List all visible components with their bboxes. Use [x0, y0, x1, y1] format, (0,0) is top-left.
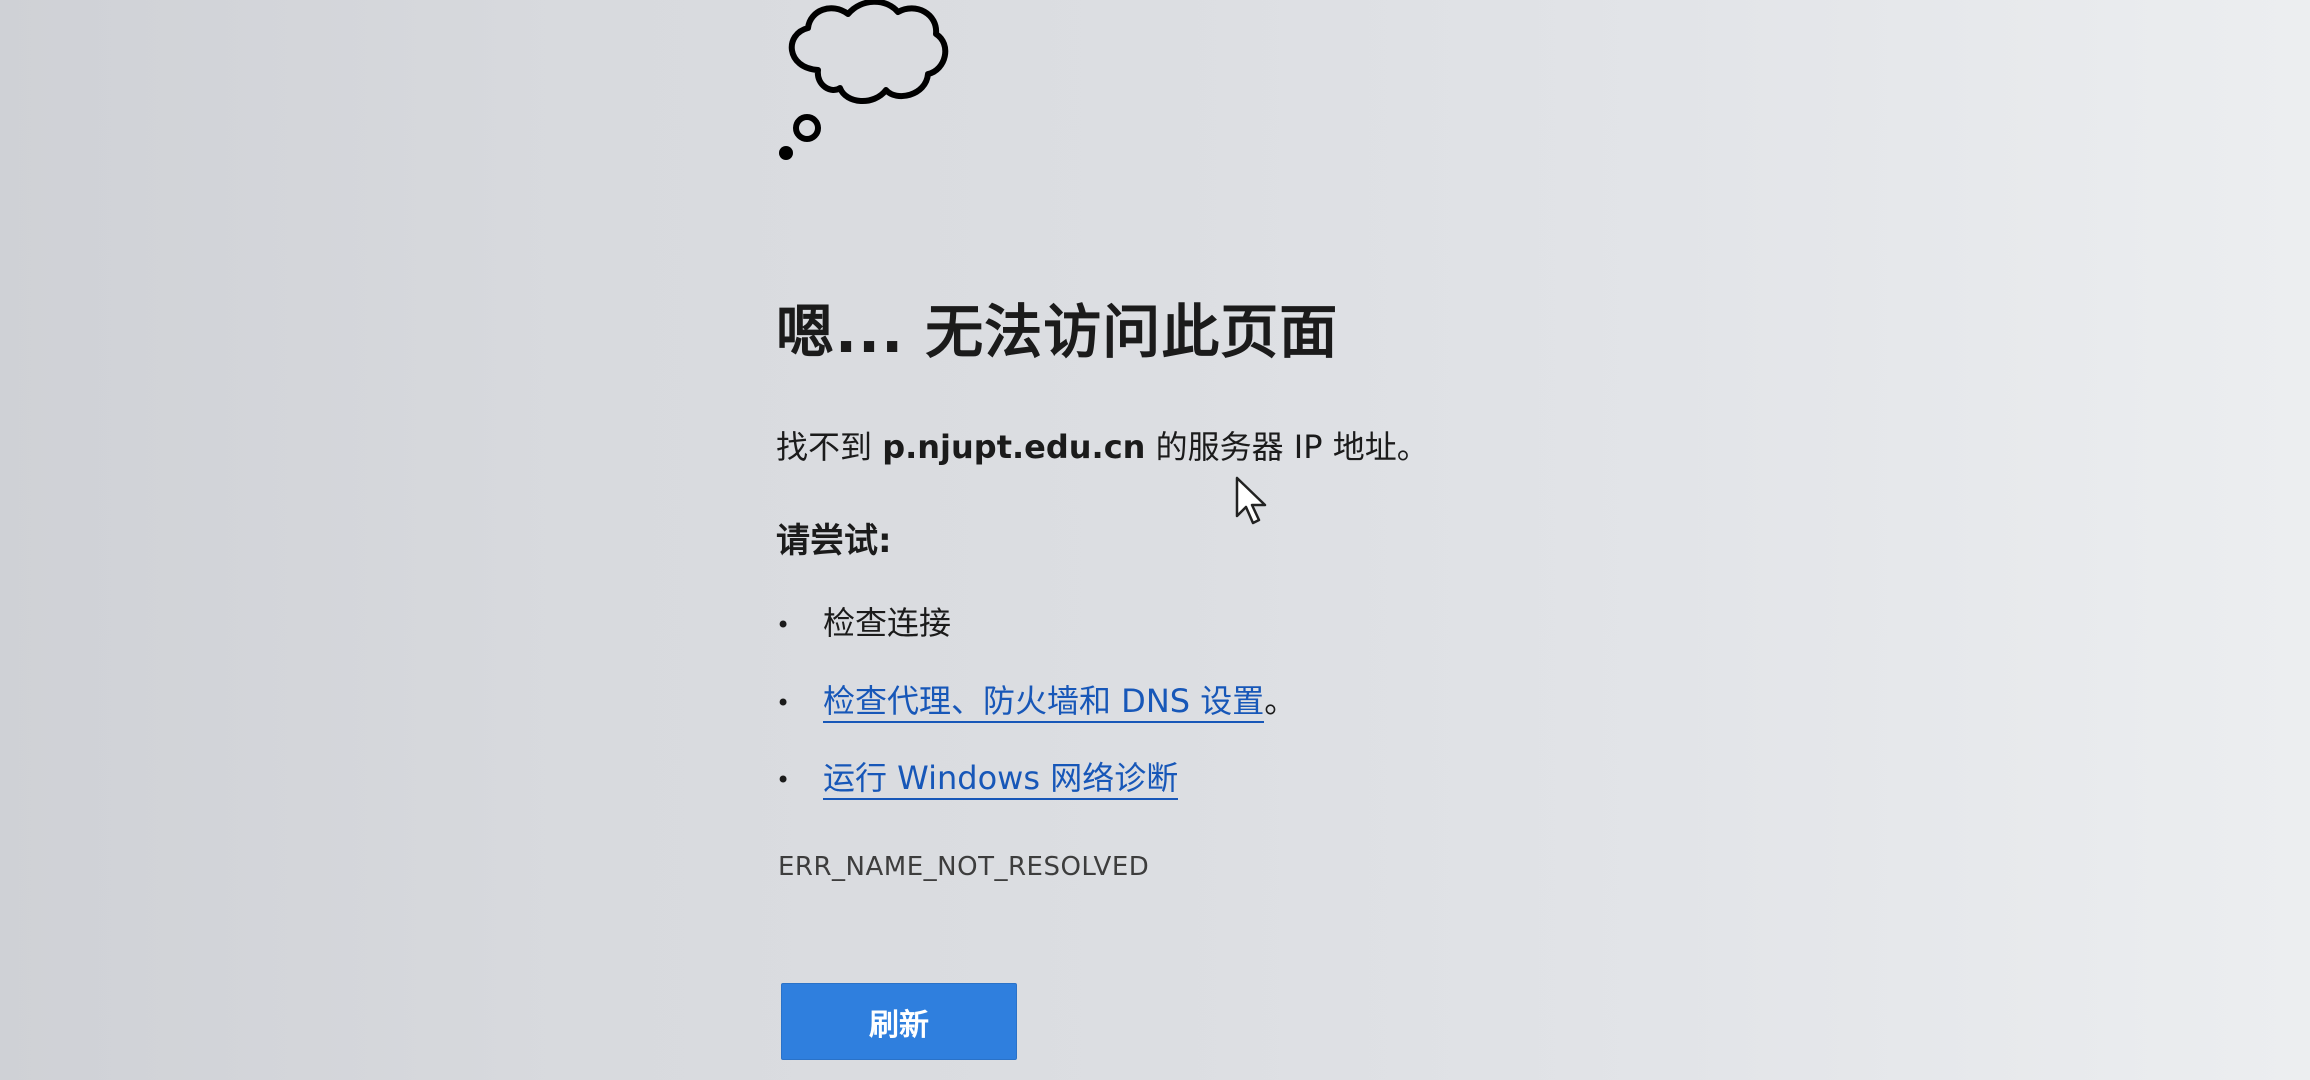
page-title: 嗯... 无法访问此页面	[776, 298, 1339, 366]
message-suffix: 的服务器 IP 地址。	[1145, 428, 1429, 466]
suggestion-trailing: 。	[1264, 682, 1297, 720]
bullet: •	[776, 689, 791, 717]
error-message: 找不到 p.njupt.edu.cn 的服务器 IP 地址。	[776, 422, 1429, 468]
mouse-cursor-icon	[1235, 476, 1267, 525]
refresh-button[interactable]: 刷新	[781, 983, 1017, 1060]
bullet: •	[776, 611, 791, 639]
bullet: •	[776, 766, 791, 794]
run-network-diagnostics-link[interactable]: 运行 Windows 网络诊断	[823, 759, 1179, 800]
thought-cloud-icon	[779, 0, 949, 160]
check-proxy-firewall-dns-link[interactable]: 检查代理、防火墙和 DNS 设置	[823, 682, 1265, 723]
suggestion-text: 检查连接	[823, 604, 952, 642]
suggestion-run-diagnostics: • 运行 Windows 网络诊断	[776, 753, 1179, 800]
message-prefix: 找不到	[776, 428, 883, 466]
suggestion-check-proxy: • 检查代理、防火墙和 DNS 设置。	[776, 676, 1297, 723]
error-code: ERR_NAME_NOT_RESOLVED	[778, 852, 1150, 882]
suggestion-check-connection: • 检查连接	[776, 598, 951, 644]
host-name: p.njupt.edu.cn	[882, 428, 1146, 466]
error-page-content: 嗯... 无法访问此页面 找不到 p.njupt.edu.cn 的服务器 IP …	[776, 0, 1676, 1080]
try-heading: 请尝试:	[776, 521, 892, 561]
